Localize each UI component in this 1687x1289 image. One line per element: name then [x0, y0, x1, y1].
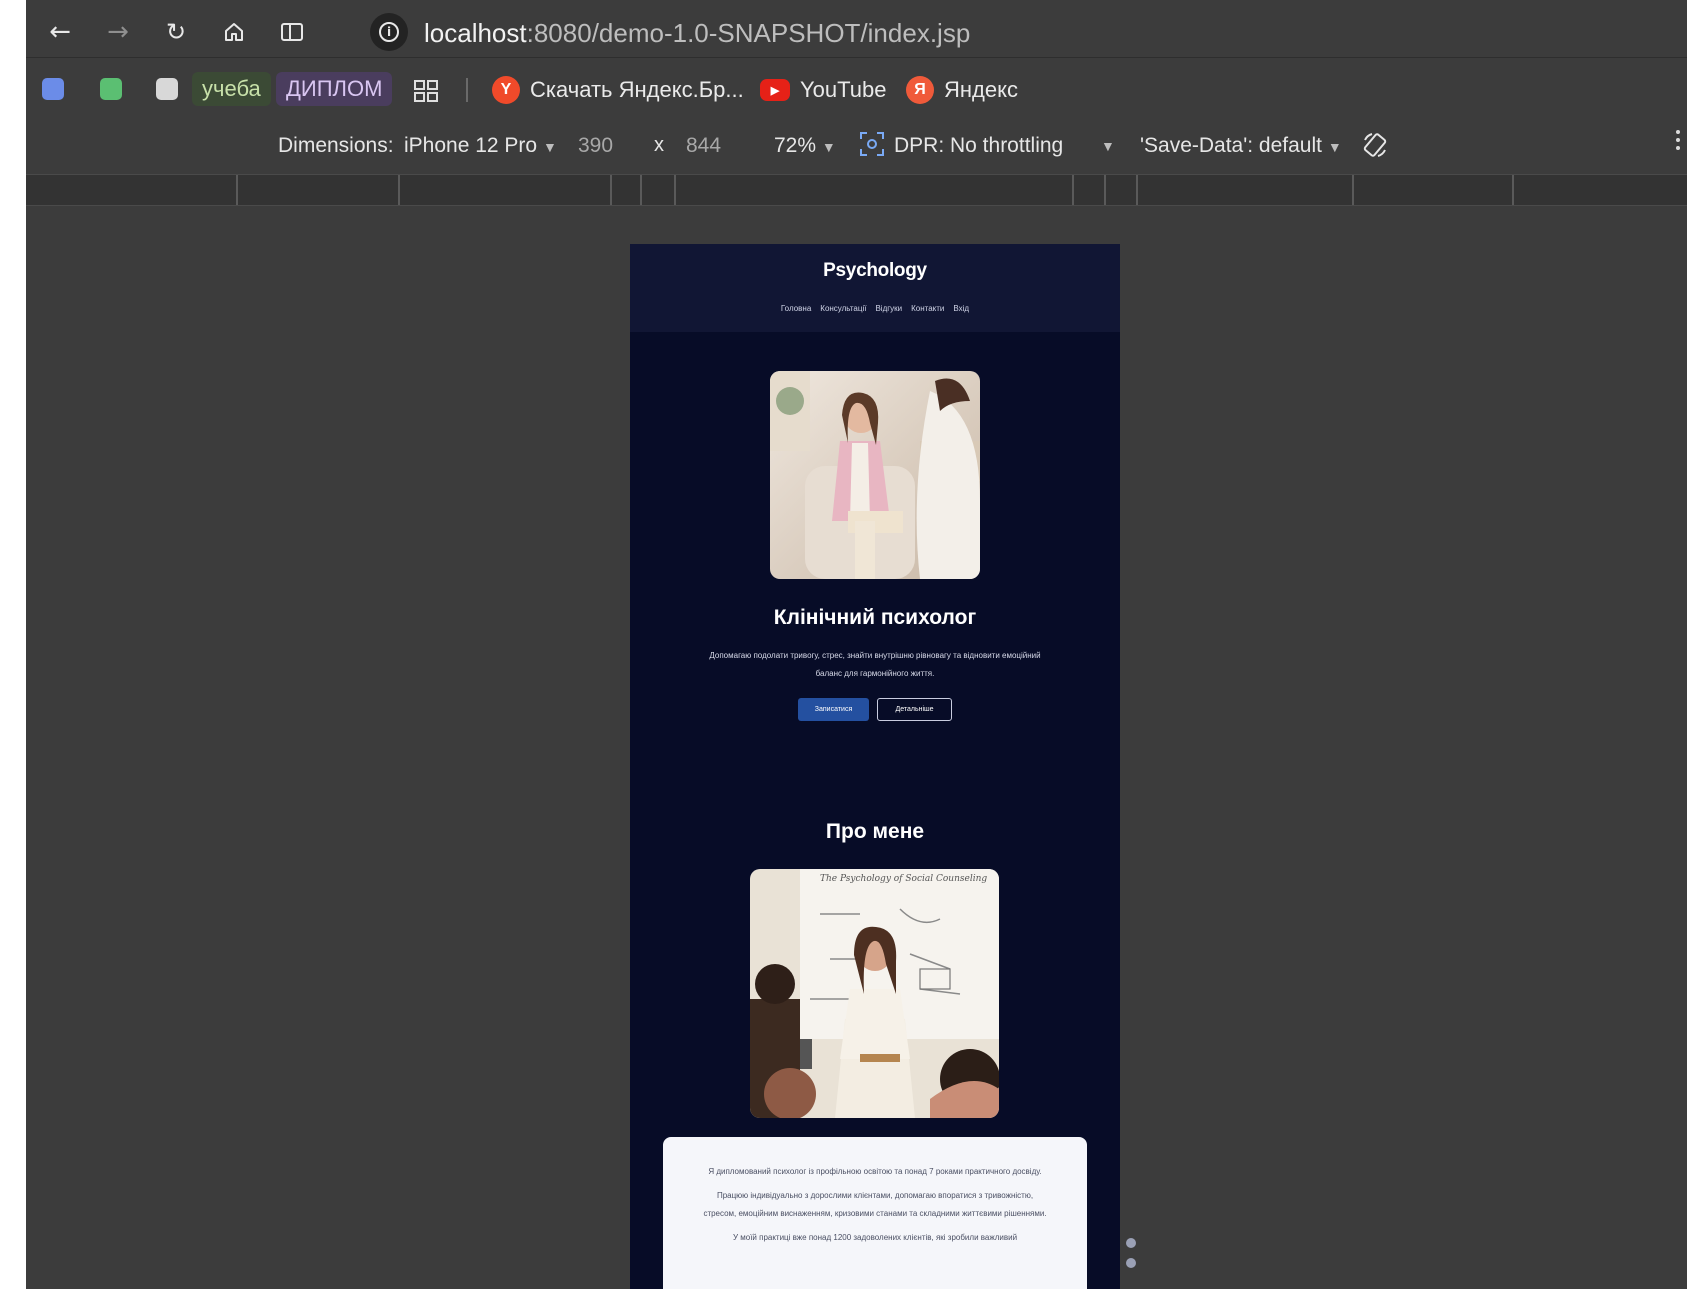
- zoom-select[interactable]: 72% ▼: [774, 134, 836, 158]
- bookmark-white-icon[interactable]: [156, 78, 178, 100]
- bookmark-youtube[interactable]: ▶ YouTube: [760, 74, 886, 106]
- signup-button[interactable]: Записатися: [798, 698, 869, 721]
- nav-link-home[interactable]: Головна: [781, 304, 811, 313]
- yandex-browser-icon: Y: [492, 76, 520, 104]
- hero-photo: [770, 371, 980, 579]
- youtube-icon: ▶: [760, 79, 790, 101]
- site-info-icon[interactable]: i: [370, 13, 408, 51]
- about-paragraph-1: Я дипломований психолог із профільною ос…: [708, 1167, 1042, 1176]
- times-icon: x: [654, 134, 664, 156]
- nav-link-contacts[interactable]: Контакти: [911, 304, 944, 313]
- floating-controls[interactable]: [1126, 1238, 1138, 1278]
- height-input[interactable]: 844: [686, 134, 721, 158]
- chevron-down-icon: ▼: [1327, 139, 1342, 155]
- address-bar-row: ← → ↻ i localhost:8080/demo-1.0-SNAPSHOT…: [26, 6, 1687, 58]
- nav-link-consultations[interactable]: Консультації: [820, 304, 866, 313]
- site-logo[interactable]: Psychology: [630, 260, 1120, 282]
- device-select[interactable]: iPhone 12 Pro ▼: [404, 134, 557, 158]
- dpr-icon[interactable]: [858, 130, 886, 164]
- dpr-label: DPR:: [894, 134, 945, 157]
- yandex-icon: Я: [906, 76, 934, 104]
- bookmarks-divider: [466, 78, 468, 102]
- back-arrow-icon[interactable]: ←: [42, 14, 78, 50]
- zoom-value: 72%: [774, 134, 817, 157]
- more-details-button[interactable]: Детальніше: [877, 698, 952, 721]
- settings-icon[interactable]: [1126, 1258, 1136, 1268]
- bookmark-label: Яндекс: [944, 77, 1018, 102]
- bookmark-yandex-browser[interactable]: Y Скачать Яндекс.Бр...: [492, 74, 744, 106]
- hero-description: Допомагаю подолати тривогу, стрес, знайт…: [709, 651, 1041, 678]
- bookmark-diplom[interactable]: ДИПЛОМ: [276, 72, 393, 106]
- dimensions-label: Dimensions:: [278, 134, 394, 157]
- media-query-ruler: [26, 174, 1687, 206]
- url-field[interactable]: localhost:8080/demo-1.0-SNAPSHOT/index.j…: [424, 18, 970, 49]
- chevron-down-icon[interactable]: ▼: [1101, 138, 1115, 154]
- about-card: Я дипломований психолог із профільною ос…: [663, 1137, 1087, 1289]
- device-name: iPhone 12 Pro: [404, 134, 538, 157]
- throttling-select[interactable]: No throttling: [950, 134, 1063, 158]
- nav-link-login[interactable]: Вхід: [953, 304, 969, 313]
- site-header: Psychology Головна Консультації Відгуки …: [630, 244, 1120, 332]
- forward-arrow-icon[interactable]: →: [100, 14, 136, 50]
- bookmark-label: YouTube: [800, 77, 887, 102]
- more-options-icon[interactable]: [1676, 130, 1682, 154]
- about-paragraph-3: У моїй практиці вже понад 1200 задоволен…: [732, 1233, 1018, 1242]
- split-view-icon[interactable]: [274, 14, 310, 50]
- save-data-select[interactable]: 'Save-Data': default ▼: [1140, 134, 1342, 158]
- chevron-down-icon: ▼: [821, 139, 836, 155]
- bookmark-blue-icon[interactable]: [42, 78, 64, 100]
- home-icon[interactable]: [216, 14, 252, 50]
- width-input[interactable]: 390: [578, 134, 613, 158]
- share-icon[interactable]: [1126, 1238, 1136, 1248]
- bookmarks-bar: учеба ДИПЛОМ Y Скачать Яндекс.Бр... ▶ Yo…: [26, 60, 1687, 118]
- chevron-down-icon: ▼: [542, 139, 557, 155]
- rotate-icon[interactable]: [1360, 130, 1390, 166]
- hero-title: Клінічний психолог: [773, 606, 977, 629]
- apps-grid-icon[interactable]: [414, 80, 438, 102]
- whiteboard-title: The Psychology of Social Counseling: [820, 874, 987, 884]
- bookmark-green-icon[interactable]: [100, 78, 122, 100]
- save-data-value: 'Save-Data': default: [1140, 134, 1322, 157]
- about-paragraph-2: Працюю індивідуально з дорослими клієнта…: [703, 1191, 1047, 1218]
- bookmark-label: Скачать Яндекс.Бр...: [530, 77, 744, 102]
- bookmark-yandex[interactable]: Я Яндекс: [906, 74, 1018, 106]
- device-viewport[interactable]: Psychology Головна Консультації Відгуки …: [630, 244, 1120, 1289]
- device-toolbar: Dimensions: iPhone 12 Pro ▼ 390 x 844 72…: [26, 120, 1687, 172]
- browser-window: ← → ↻ i localhost:8080/demo-1.0-SNAPSHOT…: [26, 0, 1687, 1289]
- about-photo: The Psychology of Social Counseling: [750, 869, 999, 1118]
- bookmark-ucheba[interactable]: учеба: [192, 72, 271, 106]
- site-nav: Головна Консультації Відгуки Контакти Вх…: [630, 304, 1120, 313]
- nav-link-reviews[interactable]: Відгуки: [875, 304, 902, 313]
- about-title: Про мене: [825, 820, 925, 843]
- reload-icon[interactable]: ↻: [158, 14, 194, 50]
